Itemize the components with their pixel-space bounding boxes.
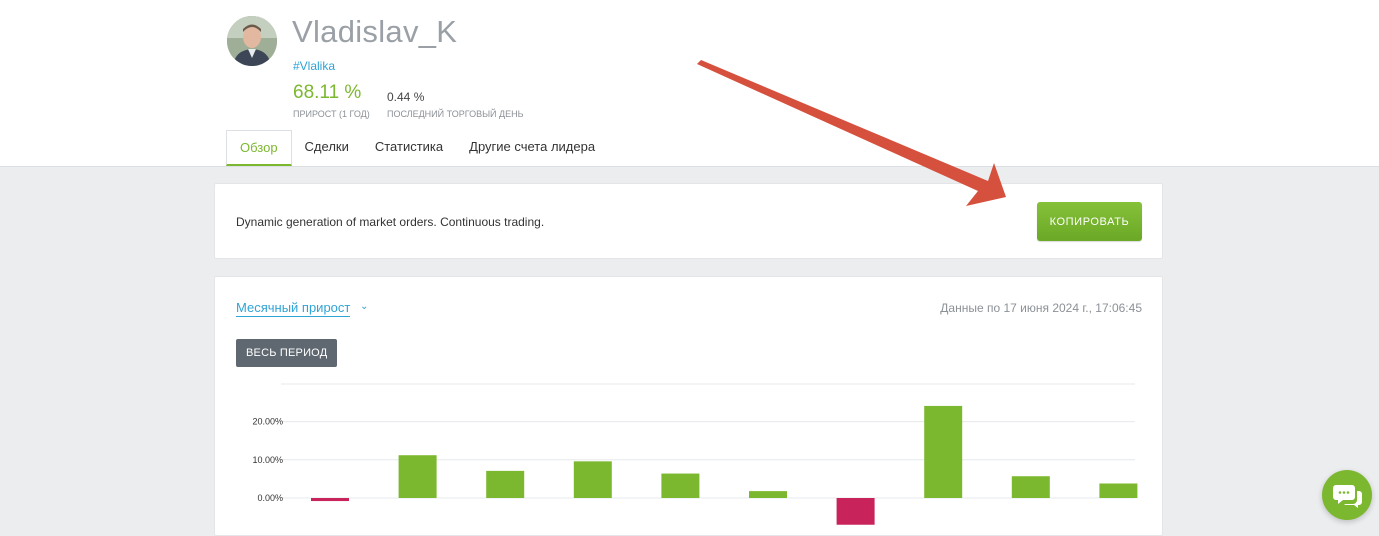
bar-month-2[interactable] bbox=[398, 455, 437, 498]
bar-month-6[interactable] bbox=[749, 491, 787, 498]
monthly-growth-chart: 0.00% 10.00% 20.00% bbox=[252, 383, 1138, 525]
chat-icon bbox=[1333, 485, 1362, 508]
avatar-image bbox=[227, 16, 277, 66]
trader-tag[interactable]: #Vlalika bbox=[293, 59, 335, 73]
growth-label: ПРИРОСТ (1 ГОД) bbox=[293, 109, 370, 119]
profile-header: Vladislav_K #Vlalika 68.11 % ПРИРОСТ (1 … bbox=[0, 0, 1379, 167]
bar-month-5[interactable] bbox=[661, 473, 700, 498]
y-tick-label: 10.00% bbox=[252, 455, 283, 465]
tab-overview[interactable]: Обзор bbox=[226, 130, 292, 166]
trader-name: Vladislav_K bbox=[292, 14, 458, 49]
bar-month-9[interactable] bbox=[1011, 476, 1050, 498]
bar-month-1[interactable] bbox=[311, 498, 349, 502]
tab-trades[interactable]: Сделки bbox=[292, 130, 362, 164]
copy-button[interactable]: КОПИРОВАТЬ bbox=[1037, 202, 1142, 241]
chart-card: Месячный прирост ⌄ Данные по 17 июня 202… bbox=[214, 276, 1163, 536]
last-day-value: 0.44 % bbox=[387, 90, 425, 104]
tab-other-accounts[interactable]: Другие счета лидера bbox=[456, 130, 608, 164]
tab-bar: Обзор Сделки Статистика Другие счета лид… bbox=[226, 130, 608, 166]
bar-month-4[interactable] bbox=[573, 461, 612, 498]
bar-month-7[interactable] bbox=[836, 498, 875, 525]
description-card: Dynamic generation of market orders. Con… bbox=[214, 183, 1163, 259]
y-tick-label: 0.00% bbox=[257, 493, 283, 503]
tab-statistics[interactable]: Статистика bbox=[362, 130, 456, 164]
bar-month-10[interactable] bbox=[1099, 483, 1138, 498]
bar-month-8[interactable] bbox=[924, 405, 963, 498]
last-day-label: ПОСЛЕДНИЙ ТОРГОВЫЙ ДЕНЬ bbox=[387, 109, 524, 119]
y-tick-label: 20.00% bbox=[252, 417, 283, 427]
strategy-description: Dynamic generation of market orders. Con… bbox=[236, 215, 545, 229]
avatar[interactable] bbox=[227, 16, 277, 66]
chat-button[interactable] bbox=[1322, 470, 1372, 520]
bar-month-3[interactable] bbox=[486, 470, 525, 498]
growth-value: 68.11 % bbox=[293, 82, 362, 103]
